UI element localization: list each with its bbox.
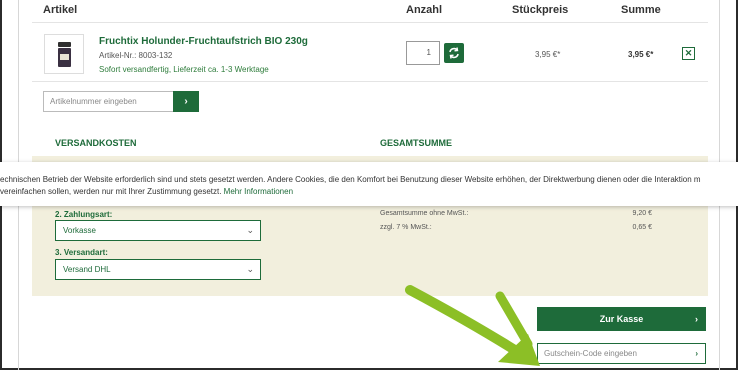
payment-method-label: 2. Zahlungsart: xyxy=(55,210,113,219)
cookie-banner: echnischen Betrieb der Website erforderl… xyxy=(0,162,738,206)
product-article-number: Artikel-Nr.: 8003-132 xyxy=(99,51,173,60)
add-article-button[interactable]: › xyxy=(173,91,199,112)
column-header-total: Summe xyxy=(621,4,661,16)
product-thumbnail[interactable] xyxy=(44,34,84,74)
net-total-value: 9,20 € xyxy=(632,210,652,217)
unit-price: 3,95 €* xyxy=(535,50,561,59)
column-header-unit-price: Stückpreis xyxy=(512,4,569,16)
quantity-input[interactable]: 1 xyxy=(406,41,440,65)
chevron-right-icon: › xyxy=(695,314,698,324)
remove-item-button[interactable]: ✕ xyxy=(682,47,695,60)
payment-method-select[interactable]: Vorkasse ⌄ xyxy=(55,220,261,241)
column-header-article: Artikel xyxy=(43,4,78,16)
vat-label: zzgl. 7 % MwSt.: xyxy=(380,224,432,231)
net-total-label: Gesamtsumme ohne MwSt.: xyxy=(380,210,469,217)
update-quantity-button[interactable] xyxy=(444,43,464,63)
chevron-down-icon: ⌄ xyxy=(246,264,254,274)
shipping-method-label: 3. Versandart: xyxy=(55,248,108,257)
shipping-method-select[interactable]: Versand DHL ⌄ xyxy=(55,259,261,280)
cookie-text: echnischen Betrieb der Website erforderl… xyxy=(0,175,701,196)
shipping-costs-heading: VERSANDKOSTEN xyxy=(55,138,137,148)
checkout-button[interactable]: Zur Kasse › xyxy=(537,307,706,331)
chevron-down-icon: ⌄ xyxy=(246,225,254,235)
more-info-link[interactable]: Mehr Informationen xyxy=(224,187,293,196)
column-header-quantity: Anzahl xyxy=(406,4,443,16)
product-name-link[interactable]: Fruchtix Holunder-Fruchtaufstrich BIO 23… xyxy=(99,36,308,47)
grand-total-heading: GESAMTSUMME xyxy=(380,138,452,148)
line-total: 3,95 €* xyxy=(628,50,654,59)
vat-value: 0,65 € xyxy=(632,224,652,231)
product-shipping-status: Sofort versandfertig, Lieferzeit ca. 1-3… xyxy=(99,65,269,74)
coupon-code-input[interactable]: Gutschein-Code eingeben › xyxy=(537,343,706,364)
header-divider xyxy=(32,22,708,23)
refresh-icon xyxy=(449,47,459,59)
chevron-right-icon[interactable]: › xyxy=(695,344,698,363)
product-row-divider xyxy=(32,81,708,82)
article-number-input[interactable]: Artikelnummer eingeben xyxy=(43,91,173,112)
jar-image xyxy=(58,42,71,67)
